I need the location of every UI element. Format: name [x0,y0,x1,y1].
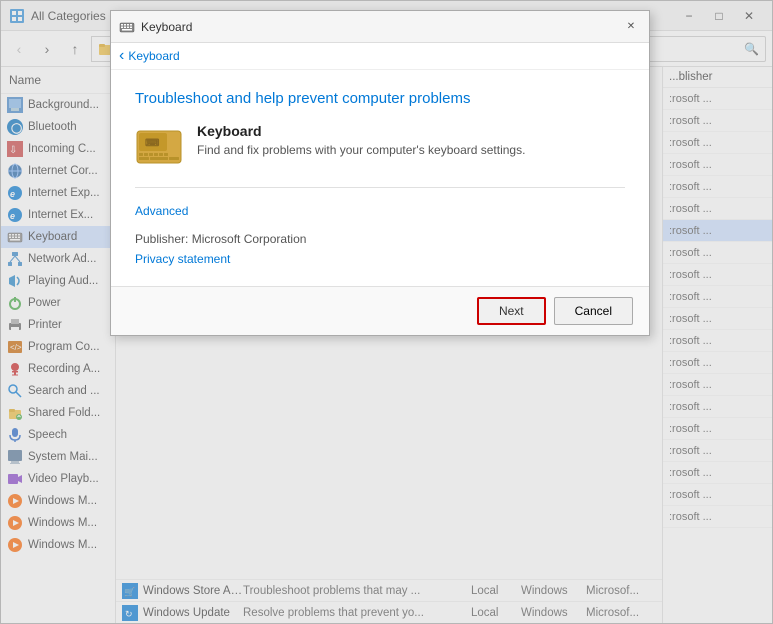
next-button[interactable]: Next [477,297,546,325]
svg-text:⌨: ⌨ [145,138,160,149]
modal-publisher: Publisher: Microsoft Corporation [135,232,625,246]
modal-title-bar: Keyboard ✕ [111,11,649,43]
modal-item-icon-container: ⌨ [135,123,183,171]
keyboard-large-icon: ⌨ [135,123,183,171]
modal-close-button[interactable]: ✕ [621,17,641,37]
modal-content: Troubleshoot and help prevent computer p… [111,70,649,286]
privacy-link[interactable]: Privacy statement [135,252,230,266]
modal-back-label: Keyboard [128,49,179,63]
modal-item: ⌨ Keyboard Find and fix problems with yo… [135,123,625,171]
keyboard-modal: Keyboard ✕ ‹ Keyboard Troubleshoot and h… [110,10,650,336]
cancel-button[interactable]: Cancel [554,297,633,325]
advanced-link[interactable]: Advanced [135,204,188,218]
modal-overlay: Keyboard ✕ ‹ Keyboard Troubleshoot and h… [0,0,773,624]
publisher-name: Microsoft Corporation [192,232,307,246]
modal-footer: Next Cancel [111,286,649,335]
modal-divider [135,187,625,188]
modal-title-text: Keyboard [141,20,192,34]
modal-keyboard-icon [119,19,135,35]
modal-item-desc: Find and fix problems with your computer… [197,143,625,157]
modal-back[interactable]: ‹ Keyboard [111,43,649,70]
modal-item-name: Keyboard [197,123,625,139]
back-icon: ‹ [119,47,124,65]
main-window: All Categories − □ ✕ ‹ › ↑ « Troubleshoo… [0,0,773,624]
modal-section-title: Troubleshoot and help prevent computer p… [135,90,625,107]
modal-item-info: Keyboard Find and fix problems with your… [197,123,625,157]
publisher-label: Publisher: [135,232,192,246]
